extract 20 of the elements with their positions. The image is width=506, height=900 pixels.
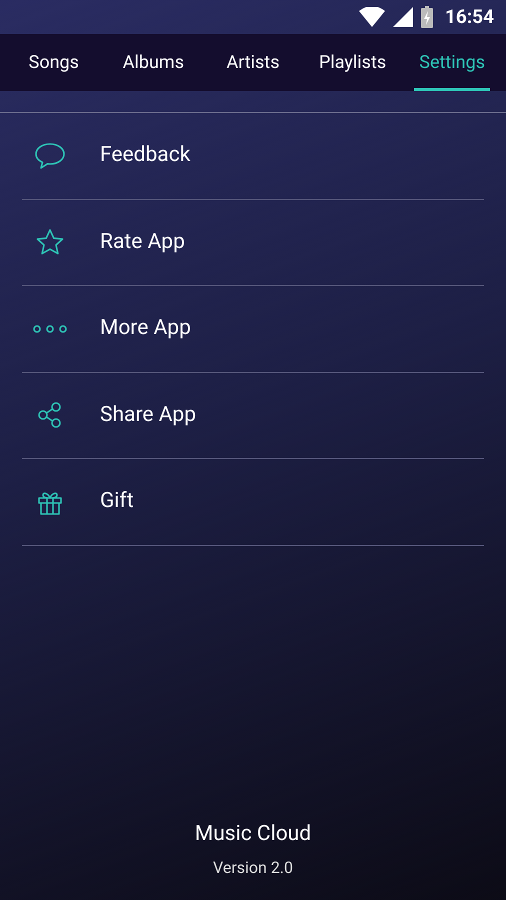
tab[interactable]: Songs bbox=[4, 34, 104, 91]
dots-icon bbox=[32, 324, 68, 334]
tab[interactable]: Playlists bbox=[302, 34, 402, 91]
tab[interactable]: Albums bbox=[104, 34, 204, 91]
settings-item[interactable]: Gift bbox=[22, 459, 484, 546]
clock: 16:54 bbox=[445, 4, 494, 30]
settings-item[interactable]: Share App bbox=[22, 372, 484, 459]
settings-item[interactable]: More App bbox=[22, 286, 484, 372]
app-name: Music Cloud bbox=[194, 820, 312, 848]
speech-bubble-icon bbox=[34, 142, 66, 170]
tab[interactable]: Settings bbox=[402, 34, 502, 91]
settings-item[interactable]: Rate App bbox=[22, 200, 484, 286]
share-icon bbox=[37, 401, 63, 430]
version-text: Version 2.0 bbox=[212, 857, 294, 879]
signal-icon bbox=[393, 7, 414, 27]
tab[interactable]: Artists bbox=[203, 34, 303, 91]
star-icon bbox=[35, 228, 65, 256]
settings-item[interactable]: Feedback bbox=[22, 113, 484, 200]
wifi-icon bbox=[359, 7, 386, 27]
battery-icon bbox=[421, 6, 434, 28]
